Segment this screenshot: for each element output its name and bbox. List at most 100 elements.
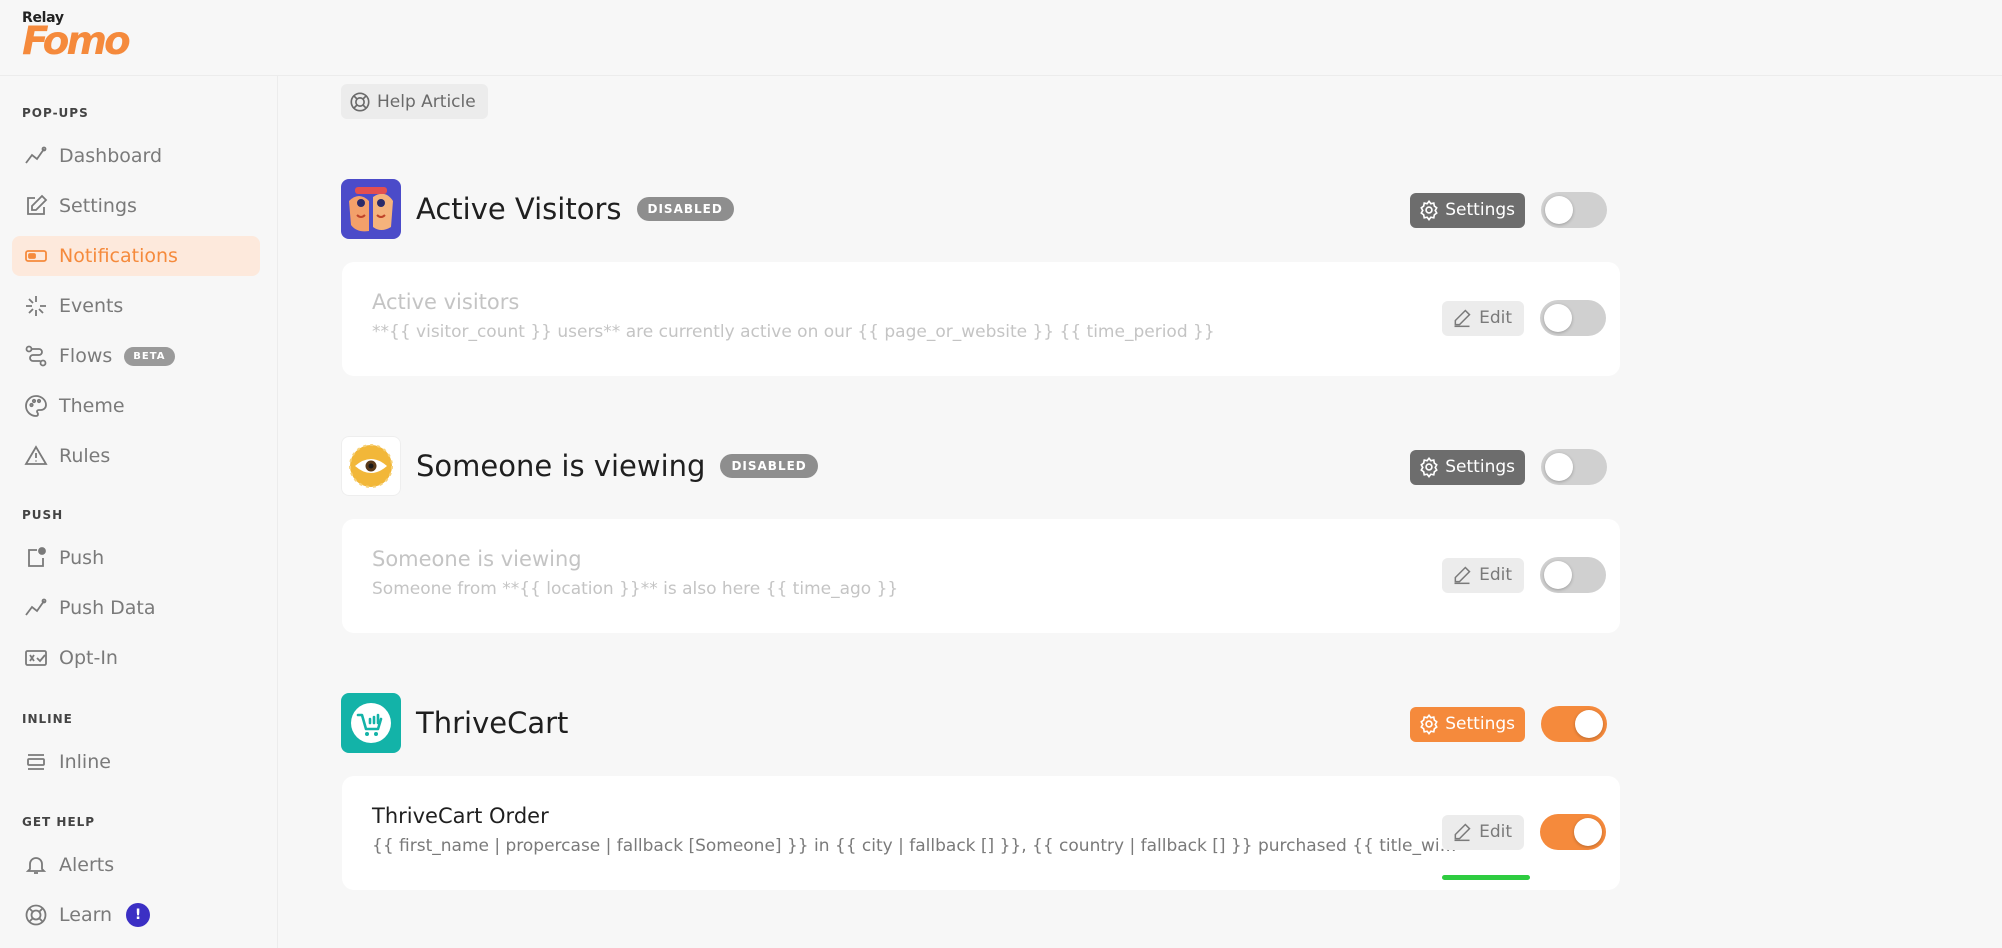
settings-label: Settings (1445, 714, 1515, 734)
edit-label: Edit (1479, 822, 1512, 842)
edit-button[interactable]: Edit (1442, 300, 1524, 336)
status-badge: DISABLED (636, 197, 734, 221)
group-enable-toggle[interactable] (1541, 192, 1607, 228)
sidebar-item-label: Learn (59, 904, 113, 926)
sidebar-item-label: Rules (59, 445, 111, 467)
sidebar-item-alerts[interactable]: Alerts (12, 845, 260, 885)
settings-button[interactable]: Settings (1410, 192, 1525, 228)
gear-icon (1418, 199, 1445, 221)
toggle-icon (22, 243, 49, 270)
sidebar-item-label: Push (59, 547, 105, 569)
group-header-active-visitors: Active Visitors DISABLED Settings (341, 178, 1621, 240)
flow-icon (22, 343, 49, 370)
active-visitors-app-icon (341, 179, 401, 239)
group-enable-toggle[interactable] (1541, 706, 1607, 742)
pencil-icon (1452, 308, 1479, 328)
sidebar-item-notifications[interactable]: Notifications (12, 236, 260, 276)
sidebar-item-dashboard[interactable]: Dashboard (12, 136, 260, 176)
edit-square-icon (22, 193, 49, 220)
card-actions: Edit (1442, 557, 1606, 593)
help-article-label: Help Article (377, 91, 476, 112)
sidebar-item-rules[interactable]: Rules (12, 436, 260, 476)
edit-button[interactable]: Edit (1442, 557, 1524, 593)
group-title: Someone is viewing (416, 449, 706, 483)
card-description: **{{ visitor_count }} users** are curren… (372, 322, 1215, 342)
card-actions: Edit (1442, 814, 1606, 880)
group-title: Active Visitors (416, 192, 622, 226)
settings-label: Settings (1445, 200, 1515, 220)
sidebar-item-push-data[interactable]: Push Data (12, 588, 260, 628)
pencil-icon (1452, 565, 1479, 585)
lifebuoy-icon (22, 902, 49, 929)
card-title: ThriveCart Order (372, 804, 549, 828)
status-badge: DISABLED (720, 454, 818, 478)
notification-card-active-visitors: Active visitors **{{ visitor_count }} us… (342, 262, 1620, 376)
settings-button[interactable]: Settings (1410, 706, 1525, 742)
sidebar-item-label: Notifications (59, 245, 178, 267)
notification-enable-toggle[interactable] (1540, 557, 1606, 593)
sidebar-item-inline[interactable]: Inline (12, 742, 260, 782)
sidebar-item-label: Flows (59, 345, 113, 367)
help-article-button[interactable]: Help Article (341, 84, 488, 119)
sidebar-item-events[interactable]: Events (12, 286, 260, 326)
card-title: Someone is viewing (372, 547, 582, 571)
sidebar-item-flows[interactable]: Flows BETA (12, 336, 260, 376)
edit-focus-indicator (1442, 874, 1530, 880)
sidebar-item-label: Alerts (59, 854, 115, 876)
card-description: {{ first_name | propercase | fallback [S… (372, 836, 1460, 856)
gear-icon (1418, 713, 1445, 735)
card-title: Active visitors (372, 290, 520, 314)
notification-enable-toggle[interactable] (1540, 300, 1606, 336)
sidebar-item-label: Theme (59, 395, 125, 417)
sidebar-item-label: Dashboard (59, 145, 163, 167)
group-header-thrivecart: ThriveCart Settings (341, 692, 1621, 754)
settings-label: Settings (1445, 457, 1515, 477)
sidebar-item-label: Settings (59, 195, 137, 217)
eye-app-icon (341, 436, 401, 496)
notification-card-thrivecart-order: ThriveCart Order {{ first_name | properc… (342, 776, 1620, 890)
settings-button[interactable]: Settings (1410, 449, 1525, 485)
pencil-icon (1452, 822, 1479, 842)
section-label-popups: POP-UPS (22, 106, 89, 120)
edit-label: Edit (1479, 308, 1512, 328)
section-label-push: PUSH (22, 508, 64, 522)
top-bar: Relay Fomo (0, 0, 2002, 76)
section-label-inline: INLINE (22, 712, 73, 726)
notification-enable-toggle[interactable] (1540, 814, 1606, 850)
bell-icon (22, 852, 49, 879)
group-header-someone-is-viewing: Someone is viewing DISABLED Settings (341, 435, 1621, 497)
beta-badge: BETA (124, 346, 175, 366)
card-description: Someone from **{{ location }}** is also … (372, 579, 899, 599)
learn-alert-badge: ! (126, 903, 151, 927)
notification-card-someone-is-viewing: Someone is viewing Someone from **{{ loc… (342, 519, 1620, 633)
inline-icon (22, 749, 49, 776)
brand-logo[interactable]: Relay Fomo (22, 10, 131, 64)
edit-label: Edit (1479, 565, 1512, 585)
group-actions: Settings (1410, 706, 1607, 742)
trend-line-icon (22, 143, 49, 170)
thrivecart-app-icon (341, 693, 401, 753)
brand-logo-text: Fomo (22, 19, 131, 64)
sparkle-icon (22, 293, 49, 320)
edit-button[interactable]: Edit (1442, 814, 1530, 880)
sidebar-item-label: Opt-In (59, 647, 118, 669)
sidebar-item-label: Inline (59, 751, 111, 773)
warning-triangle-icon (22, 443, 49, 470)
sidebar: POP-UPS Dashboard Settings Notifications… (0, 76, 278, 948)
sidebar-item-label: Events (59, 295, 124, 317)
gear-icon (1418, 456, 1445, 478)
palette-icon (22, 393, 49, 420)
group-title: ThriveCart (416, 706, 569, 740)
group-actions: Settings (1410, 449, 1607, 485)
sidebar-item-push[interactable]: Push (12, 538, 260, 578)
push-icon (22, 545, 49, 572)
card-actions: Edit (1442, 300, 1606, 336)
group-enable-toggle[interactable] (1541, 449, 1607, 485)
sidebar-item-settings[interactable]: Settings (12, 186, 260, 226)
group-actions: Settings (1410, 192, 1607, 228)
section-label-get-help: GET HELP (22, 815, 96, 829)
sidebar-item-theme[interactable]: Theme (12, 386, 260, 426)
sidebar-item-learn[interactable]: Learn ! (12, 895, 260, 935)
opt-in-icon (22, 645, 49, 672)
sidebar-item-opt-in[interactable]: Opt-In (12, 638, 260, 678)
